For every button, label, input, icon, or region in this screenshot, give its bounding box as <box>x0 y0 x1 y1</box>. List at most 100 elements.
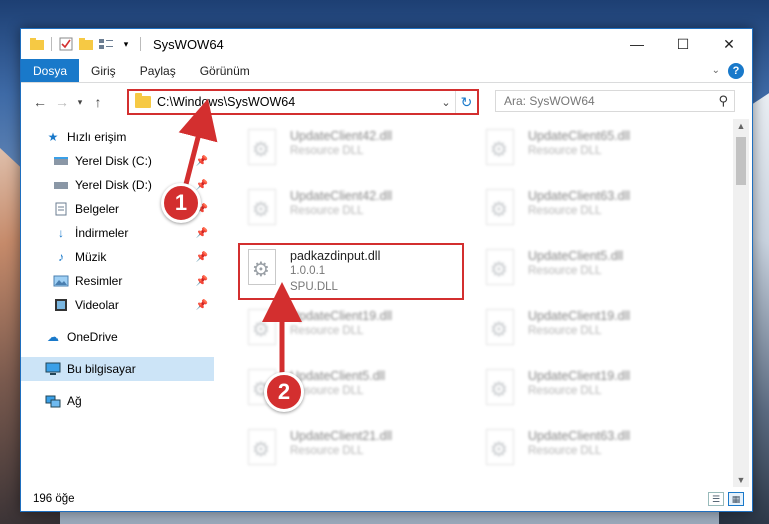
sidebar-item-network[interactable]: Ağ <box>21 389 214 413</box>
file-name: UpdateClient42.dll <box>290 129 393 143</box>
file-highlight-box <box>238 243 464 300</box>
toolbar-separator <box>51 37 52 51</box>
sidebar-item-yerel-disk-c[interactable]: Yerel Disk (C:) 📌 <box>21 149 214 173</box>
dll-file-icon: ⚙ <box>244 309 280 351</box>
file-tile[interactable]: ⚙ UpdateClient63.dll Resource DLL <box>476 425 706 475</box>
sidebar-item-this-pc[interactable]: Bu bilgisayar <box>21 357 214 381</box>
maximize-button[interactable]: ☐ <box>660 29 706 59</box>
address-path[interactable]: C:\Windows\SysWOW64 <box>157 95 437 109</box>
videos-icon <box>53 297 69 313</box>
sidebar-item-onedrive[interactable]: ☁ OneDrive <box>21 325 214 349</box>
sidebar-item-label: Ağ <box>67 394 82 408</box>
sidebar-item-videolar[interactable]: Videolar 📌 <box>21 293 214 317</box>
view-switcher: ☰ ▦ <box>708 492 752 506</box>
file-tile[interactable]: ⚙ UpdateClient21.dll Resource DLL <box>238 425 468 475</box>
pin-icon[interactable]: 📌 <box>196 228 208 239</box>
tab-giris[interactable]: Giriş <box>79 59 128 82</box>
tab-paylas[interactable]: Paylaş <box>128 59 188 82</box>
file-tile[interactable]: ⚙ UpdateClient19.dll Resource DLL <box>238 305 468 355</box>
pin-icon[interactable]: 📌 <box>196 252 208 263</box>
file-tile[interactable]: ⚙ UpdateClient19.dll Resource DLL <box>476 305 706 355</box>
file-name: UpdateClient5.dll <box>528 249 624 263</box>
cloud-icon: ☁ <box>47 330 59 344</box>
dll-file-icon: ⚙ <box>482 429 518 471</box>
window-controls: — ☐ ✕ <box>614 29 752 59</box>
pin-icon[interactable]: 📌 <box>196 180 208 191</box>
sidebar-item-resimler[interactable]: Resimler 📌 <box>21 269 214 293</box>
file-tile[interactable]: ⚙ UpdateClient42.dll Resource DLL <box>238 185 468 235</box>
computer-icon <box>45 361 61 377</box>
dll-file-icon: ⚙ <box>482 189 518 231</box>
drive-icon <box>53 177 69 193</box>
documents-icon <box>53 201 69 217</box>
sidebar-item-label: Bu bilgisayar <box>67 362 136 376</box>
file-name: UpdateClient19.dll <box>528 369 631 383</box>
file-tile[interactable]: ⚙ UpdateClient5.dll Resource DLL <box>476 245 706 295</box>
customize-toolbar-icon[interactable] <box>98 36 114 52</box>
quick-access-toolbar: ▾ <box>21 36 143 52</box>
file-description: Resource DLL <box>528 145 602 157</box>
ribbon-right-controls: ⌄ ? <box>712 59 752 82</box>
sidebar-item-indirmeler[interactable]: ↓ İndirmeler 📌 <box>21 221 214 245</box>
tiles-view-icon[interactable]: ▦ <box>728 492 744 506</box>
sidebar-item-label: Hızlı erişim <box>67 130 127 144</box>
tab-dosya[interactable]: Dosya <box>21 59 80 82</box>
file-description: Resource DLL <box>290 385 364 397</box>
new-folder-icon[interactable] <box>78 36 94 52</box>
file-list: ⚙ UpdateClient42.dll Resource DLL ⚙ Updat… <box>216 119 736 481</box>
pictures-icon <box>53 273 69 289</box>
tab-gorunum[interactable]: Görünüm <box>188 59 262 82</box>
close-button[interactable]: ✕ <box>706 29 752 59</box>
scroll-up-icon[interactable]: ▲ <box>733 119 749 133</box>
expand-ribbon-icon[interactable]: ⌄ <box>712 65 720 76</box>
refresh-icon[interactable]: ↻ <box>455 91 477 113</box>
vertical-scrollbar[interactable]: ▲ ▼ <box>733 119 749 487</box>
dll-file-icon: ⚙ <box>244 429 280 471</box>
back-button[interactable]: ← <box>29 91 51 113</box>
forward-button[interactable]: → <box>51 91 73 113</box>
file-name: UpdateClient21.dll <box>290 429 393 443</box>
file-description: Resource DLL <box>290 325 364 337</box>
dll-file-icon: ⚙ <box>482 369 518 411</box>
downloads-icon: ↓ <box>58 226 64 240</box>
sidebar-item-muzik[interactable]: ♪ Müzik 📌 <box>21 245 214 269</box>
toolbar-separator <box>140 37 141 51</box>
pin-icon[interactable]: 📌 <box>196 300 208 311</box>
minimize-button[interactable]: — <box>614 29 660 59</box>
search-box[interactable]: Ara: SysWOW64 ⚲ <box>495 90 735 112</box>
folder-icon <box>135 93 151 108</box>
scroll-thumb[interactable] <box>736 137 746 185</box>
properties-icon[interactable] <box>58 36 74 52</box>
up-button[interactable]: ↑ <box>87 91 109 113</box>
file-tile[interactable]: ⚙ UpdateClient65.dll Resource DLL <box>476 125 706 175</box>
file-tile[interactable]: ⚙ UpdateClient42.dll Resource DLL <box>238 125 468 175</box>
drive-icon <box>53 153 69 169</box>
file-tile[interactable]: ⚙ UpdateClient63.dll Resource DLL <box>476 185 706 235</box>
chevron-down-icon[interactable]: ▾ <box>118 36 134 52</box>
window-title: SysWOW64 <box>153 36 224 52</box>
address-bar[interactable]: C:\Windows\SysWOW64 ⌄ ↻ <box>127 89 479 115</box>
chevron-down-icon[interactable]: ⌄ <box>437 96 455 109</box>
help-icon[interactable]: ? <box>728 62 744 79</box>
sidebar-item-quick-access[interactable]: ★ Hızlı erişim <box>21 125 214 149</box>
search-icon[interactable]: ⚲ <box>718 93 728 109</box>
title-bar: ▾ SysWOW64 — ☐ ✕ <box>21 29 752 59</box>
file-tile[interactable]: ⚙ UpdateClient19.dll Resource DLL <box>476 365 706 415</box>
recent-locations-button[interactable]: ▾ <box>73 91 87 113</box>
file-description: Resource DLL <box>290 445 364 457</box>
file-name: UpdateClient63.dll <box>528 189 631 203</box>
music-icon: ♪ <box>58 250 64 264</box>
item-count: 196 öğe <box>33 493 75 505</box>
file-description: Resource DLL <box>290 145 364 157</box>
sidebar-item-label: İndirmeler <box>75 226 129 240</box>
ribbon-tabs: Dosya Giriş Paylaş Görünüm ⌄ ? <box>21 59 752 83</box>
scroll-down-icon[interactable]: ▼ <box>733 473 749 487</box>
file-name: UpdateClient5.dll <box>290 369 386 383</box>
sidebar-item-label: Resimler <box>75 274 123 288</box>
file-description: Resource DLL <box>528 385 602 397</box>
step-badge-2: 2 <box>264 372 304 412</box>
details-view-icon[interactable]: ☰ <box>708 492 724 506</box>
pin-icon[interactable]: 📌 <box>196 276 208 287</box>
pin-icon[interactable]: 📌 <box>196 156 208 167</box>
sidebar-item-label: Yerel Disk (D:) <box>75 178 152 192</box>
